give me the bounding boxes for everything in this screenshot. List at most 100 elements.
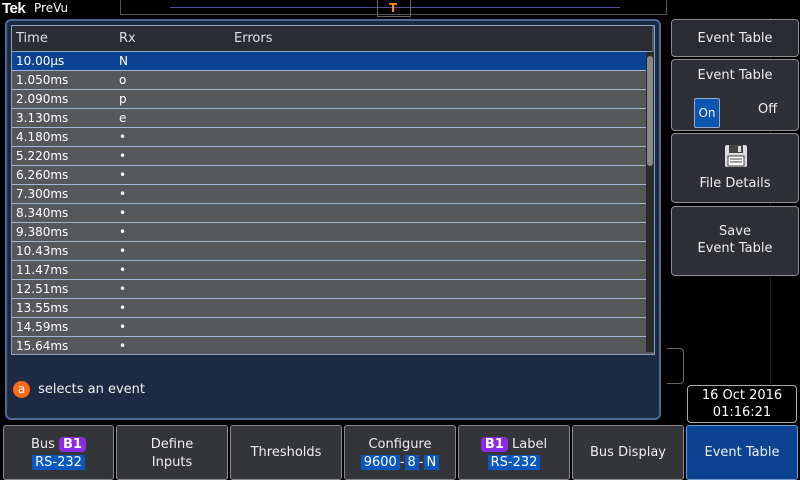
configure-label: Configure <box>368 437 432 452</box>
cell-time: 12.51ms <box>16 282 69 296</box>
cell-rx: N <box>119 54 128 68</box>
column-header-time: Time <box>16 31 48 46</box>
event-table-panel: Time Rx Errors 10.00µs N 1.050ms o 2.090ms p 3… <box>5 19 661 420</box>
define-inputs-button[interactable]: Define Inputs <box>116 425 228 480</box>
event-table-button[interactable]: Event Table <box>686 425 798 480</box>
table-row[interactable]: 14.59ms • <box>12 318 646 337</box>
cell-rx: • <box>119 339 127 353</box>
table-header: Time Rx Errors <box>12 26 652 52</box>
configure-button[interactable]: Configure 9600-8- N <box>344 425 456 480</box>
cell-time: 3.130ms <box>16 111 69 125</box>
cell-time: 10.43ms <box>16 244 69 258</box>
scrollbar-thumb[interactable] <box>647 56 653 166</box>
table-body: 10.00µs N 1.050ms o 2.090ms p 3.130ms e 4.180ms •… <box>12 52 646 354</box>
cell-rx: e <box>119 111 127 125</box>
acquisition-mode: PreVu <box>34 1 69 15</box>
readout-box <box>667 348 684 384</box>
table-row[interactable]: 13.55ms • <box>12 299 646 318</box>
cell-time: 9.380ms <box>16 225 69 239</box>
bus-label: Bus <box>30 437 55 452</box>
save-label-line1: Save <box>719 224 751 239</box>
bus-display-label: Bus Display <box>590 445 666 460</box>
table-row[interactable]: 9.380ms • <box>12 223 646 242</box>
table-row[interactable]: 7.300ms • <box>12 185 646 204</box>
bus-b1-badge: B1 <box>59 437 87 452</box>
cell-rx: • <box>119 301 127 315</box>
define-inputs-line2: Inputs <box>151 455 193 470</box>
table-row[interactable]: 10.00µs N <box>12 52 646 71</box>
cell-rx: • <box>119 225 127 239</box>
label-button[interactable]: B1 Label RS-232 <box>458 425 570 480</box>
cell-time: 6.260ms <box>16 168 69 182</box>
trigger-marker-icon: T <box>389 1 398 15</box>
table-row[interactable]: 12.51ms • <box>12 280 646 299</box>
bus-button[interactable]: Bus B1 RS-232 <box>3 425 114 480</box>
table-row[interactable]: 10.43ms • <box>12 242 646 261</box>
cell-rx: • <box>119 168 127 182</box>
data-bits-value: 8 <box>404 455 419 470</box>
cell-time: 4.180ms <box>16 130 69 144</box>
hint-text: selects an event <box>38 382 145 397</box>
date-text: 16 Oct 2016 <box>701 388 783 403</box>
cell-rx: • <box>119 320 127 334</box>
cell-time: 10.00µs <box>16 54 65 68</box>
cell-time: 8.340ms <box>16 206 69 220</box>
event-table: Time Rx Errors 10.00µs N 1.050ms o 2.090ms p 3… <box>11 25 655 355</box>
cell-rx: • <box>119 244 127 258</box>
cell-rx: • <box>119 263 127 277</box>
side-menu-title: Event Table <box>671 19 799 57</box>
column-header-rx: Rx <box>119 31 136 46</box>
define-inputs-line1: Define <box>150 437 194 452</box>
cell-rx: • <box>119 282 127 296</box>
cell-time: 14.59ms <box>16 320 69 334</box>
date-time-readout: 16 Oct 2016 01:16:21 <box>687 385 797 423</box>
cell-rx: • <box>119 149 127 163</box>
trigger-position-marker: T <box>377 0 411 17</box>
cell-time: 1.050ms <box>16 73 69 87</box>
table-row[interactable]: 15.64ms • <box>12 337 646 354</box>
cell-rx: p <box>119 92 127 106</box>
table-row[interactable]: 3.130ms e <box>12 109 646 128</box>
cell-time: 5.220ms <box>16 149 69 163</box>
event-table-toggle-button[interactable]: Event Table On Off <box>671 59 799 131</box>
table-row[interactable]: 2.090ms p <box>12 90 646 109</box>
cell-time: 7.300ms <box>16 187 69 201</box>
bus-display-button[interactable]: Bus Display <box>572 425 684 480</box>
cell-time: 2.090ms <box>16 92 69 106</box>
column-header-errors: Errors <box>234 31 273 46</box>
tek-logo: Tek <box>2 0 26 17</box>
toggle-label: Event Table <box>697 68 773 83</box>
floppy-disk-icon <box>725 145 747 167</box>
cell-time: 11.47ms <box>16 263 69 277</box>
cell-rx: • <box>119 206 127 220</box>
cell-time: 15.64ms <box>16 339 69 353</box>
cell-rx: • <box>119 187 127 201</box>
thresholds-label: Thresholds <box>250 445 322 460</box>
option-off[interactable]: Off <box>758 102 777 117</box>
file-details-label: File Details <box>699 176 771 191</box>
option-on[interactable]: On <box>694 98 720 128</box>
time-text: 01:16:21 <box>712 405 772 420</box>
bottom-menu: Bus B1 RS-232 Define Inputs Thresholds C… <box>0 425 800 480</box>
table-row[interactable]: 11.47ms • <box>12 261 646 280</box>
knob-hint: a selects an event <box>13 379 145 399</box>
thresholds-button[interactable]: Thresholds <box>230 425 342 480</box>
save-event-table-button[interactable]: Save Event Table <box>671 206 799 276</box>
table-scrollbar[interactable] <box>646 52 654 352</box>
label-label: Label <box>512 437 548 452</box>
table-row[interactable]: 6.260ms • <box>12 166 646 185</box>
cell-rx: o <box>119 73 127 87</box>
file-details-button[interactable]: File Details <box>671 133 799 203</box>
parity-value: N <box>423 455 440 470</box>
label-b1-badge: B1 <box>480 437 508 452</box>
baud-value: 9600 <box>360 455 400 470</box>
table-row[interactable]: 8.340ms • <box>12 204 646 223</box>
side-menu: Event Table Event Table On Off File Deta… <box>670 19 800 277</box>
bus-value: RS-232 <box>32 455 85 470</box>
table-row[interactable]: 4.180ms • <box>12 128 646 147</box>
label-value: RS-232 <box>487 455 541 470</box>
status-bar: Tek PreVu T <box>0 0 800 18</box>
table-row[interactable]: 1.050ms o <box>12 71 646 90</box>
table-row[interactable]: 5.220ms • <box>12 147 646 166</box>
knob-a-icon: a <box>13 381 30 398</box>
